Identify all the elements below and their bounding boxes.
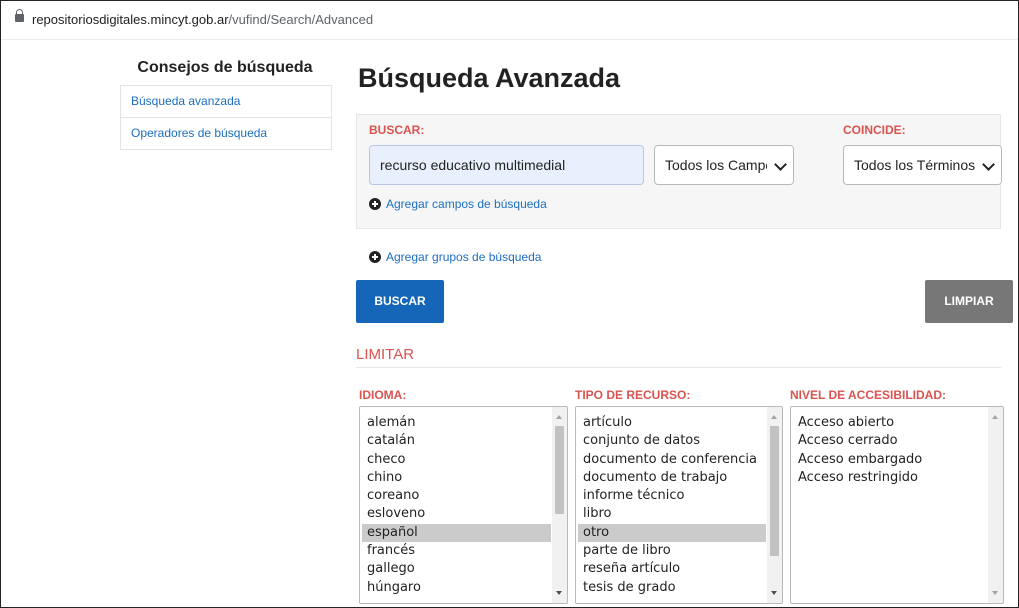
list-option[interactable]: artículo bbox=[578, 414, 766, 432]
scroll-up-arrow-icon[interactable] bbox=[992, 415, 998, 419]
sidebar-list: Búsqueda avanzada Operadores de búsqueda bbox=[120, 85, 332, 150]
limit-divider bbox=[356, 367, 1001, 368]
lock-icon bbox=[15, 9, 24, 23]
scroll-up-arrow-icon[interactable] bbox=[771, 415, 777, 419]
buscar-label: BUSCAR: bbox=[369, 123, 425, 137]
list-option[interactable]: Acceso restringido bbox=[793, 469, 987, 487]
scroll-up-arrow-icon[interactable] bbox=[556, 415, 562, 419]
limit-heading: LIMITAR bbox=[356, 346, 415, 363]
scrollbar[interactable] bbox=[988, 407, 1003, 603]
list-option[interactable]: tesis de grado bbox=[578, 579, 766, 597]
match-select[interactable]: Todos los Términos bbox=[843, 145, 1002, 185]
search-input[interactable] bbox=[369, 145, 644, 185]
list-option[interactable]: reseña artículo bbox=[578, 560, 766, 578]
scroll-down-arrow-icon[interactable] bbox=[992, 591, 998, 595]
search-button[interactable]: BUSCAR bbox=[356, 280, 444, 323]
list-option[interactable]: gallego bbox=[362, 560, 551, 578]
scroll-down-arrow-icon[interactable] bbox=[556, 591, 562, 595]
page-title: Búsqueda Avanzada bbox=[358, 63, 621, 93]
scrollbar[interactable] bbox=[767, 407, 782, 603]
sidebar-item-busqueda-avanzada[interactable]: Búsqueda avanzada bbox=[121, 86, 331, 118]
list-option[interactable]: francés bbox=[362, 542, 551, 560]
field-select-value: Todos los Campos bbox=[665, 157, 781, 173]
add-search-group-label: Agregar grupos de búsqueda bbox=[386, 250, 542, 264]
list-option[interactable]: otro bbox=[578, 523, 766, 543]
url-path: /vufind/Search/Advanced bbox=[228, 12, 374, 27]
list-option[interactable]: documento de conferencia bbox=[578, 451, 766, 469]
sidebar-item-operadores[interactable]: Operadores de búsqueda bbox=[121, 118, 331, 149]
url-text[interactable]: repositoriosdigitales.mincyt.gob.ar/vufi… bbox=[32, 12, 373, 27]
list-option[interactable]: documento de trabajo bbox=[578, 469, 766, 487]
list-option[interactable]: libro bbox=[578, 505, 766, 523]
field-select[interactable]: Todos los Campos bbox=[654, 145, 794, 185]
scroll-down-arrow-icon[interactable] bbox=[771, 591, 777, 595]
list-option[interactable]: húngaro bbox=[362, 579, 551, 597]
list-option[interactable]: coreano bbox=[362, 487, 551, 505]
add-search-field-label: Agregar campos de búsqueda bbox=[386, 197, 547, 211]
browser-window: repositoriosdigitales.mincyt.gob.ar/vufi… bbox=[0, 0, 1019, 608]
list-option[interactable]: parte de libro bbox=[578, 542, 766, 560]
tipo-recurso-label: TIPO DE RECURSO: bbox=[575, 388, 691, 402]
scroll-thumb[interactable] bbox=[770, 426, 779, 556]
sidebar-title: Consejos de búsqueda bbox=[137, 59, 313, 76]
list-option[interactable]: alemán bbox=[362, 414, 551, 432]
tipo-recurso-listbox[interactable]: artículo conjunto de datos documento de co… bbox=[575, 406, 783, 604]
list-option[interactable]: checo bbox=[362, 451, 551, 469]
list-option[interactable]: español bbox=[362, 523, 551, 543]
scrollbar[interactable] bbox=[552, 407, 567, 603]
list-option[interactable]: Acceso cerrado bbox=[793, 432, 987, 450]
nivel-accesibilidad-listbox[interactable]: Acceso abierto Acceso cerrado Acceso embar… bbox=[790, 406, 1004, 604]
url-host: repositoriosdigitales.mincyt.gob.ar bbox=[32, 12, 229, 27]
address-bar[interactable]: repositoriosdigitales.mincyt.gob.ar/vufi… bbox=[1, 1, 1018, 40]
list-option[interactable]: Acceso embargado bbox=[793, 451, 987, 469]
idioma-listbox[interactable]: alemán catalán checo chino coreano esloveno es… bbox=[359, 406, 568, 604]
nivel-accesibilidad-label: NIVEL DE ACCESIBILIDAD: bbox=[790, 388, 947, 402]
match-select-value: Todos los Términos bbox=[854, 157, 976, 173]
add-search-field-link[interactable]: Agregar campos de búsqueda bbox=[369, 197, 547, 211]
plus-circle-icon bbox=[369, 198, 381, 210]
clear-button[interactable]: LIMPIAR bbox=[925, 280, 1013, 323]
scroll-thumb[interactable] bbox=[555, 426, 564, 514]
add-search-group-link[interactable]: Agregar grupos de búsqueda bbox=[369, 250, 541, 264]
idioma-label: IDIOMA: bbox=[359, 388, 407, 402]
list-option[interactable]: informe técnico bbox=[578, 487, 766, 505]
list-option[interactable]: esloveno bbox=[362, 505, 551, 523]
list-option[interactable]: Acceso abierto bbox=[793, 414, 987, 432]
list-option[interactable]: conjunto de datos bbox=[578, 432, 766, 450]
coincide-label: COINCIDE: bbox=[843, 123, 906, 137]
list-option[interactable]: catalán bbox=[362, 432, 551, 450]
plus-circle-icon bbox=[369, 251, 381, 263]
list-option[interactable]: chino bbox=[362, 469, 551, 487]
